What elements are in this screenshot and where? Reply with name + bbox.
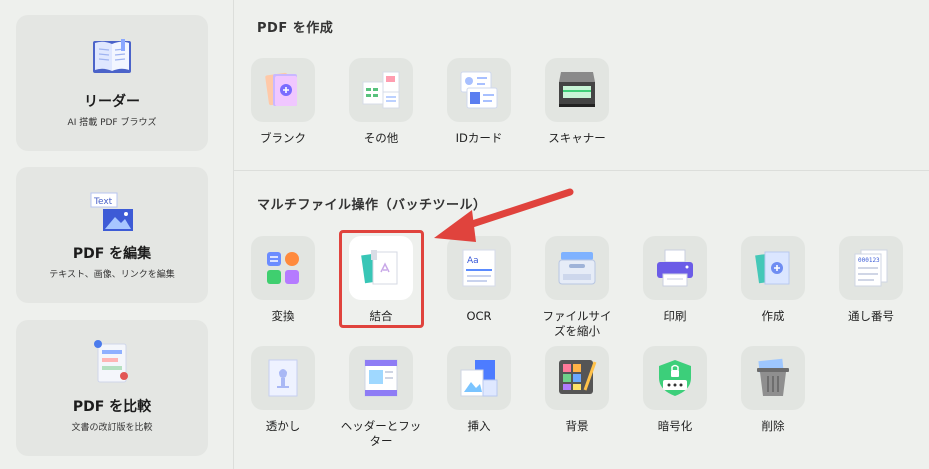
svg-text:Text: Text [93, 197, 113, 207]
tool-bates-number-label: 通し番号 [848, 309, 894, 323]
compare-pdf-subtitle: 文書の改訂版を比較 [71, 423, 153, 433]
tool-background[interactable]: 背景 [532, 346, 622, 434]
trash-icon [757, 358, 789, 396]
tool-blank[interactable]: ブランク [238, 58, 328, 146]
convert-apps-icon [267, 252, 299, 284]
edit-pdf-subtitle: テキスト、画像、リンクを編集 [49, 270, 175, 280]
compare-document-icon [90, 338, 134, 390]
background-icon [559, 360, 597, 394]
scanner-icon [559, 72, 595, 107]
tool-ocr-label: OCR [466, 309, 492, 323]
tool-id-card[interactable]: IDカード [434, 58, 524, 146]
create-pdf-icon [755, 251, 790, 285]
create-section-title: PDF を作成 [257, 21, 334, 36]
printer-icon [657, 249, 693, 287]
tool-header-footer[interactable]: ヘッダーとフッター [336, 346, 426, 449]
header-footer-icon [364, 359, 398, 397]
tool-compress-label: ファイルサイズを縮小 [542, 309, 612, 338]
reader-title: リーダー [84, 94, 140, 110]
encrypt-lock-icon [659, 360, 691, 396]
tool-insert[interactable]: 挿入 [434, 346, 524, 434]
tool-print-label: 印刷 [663, 309, 687, 323]
book-icon [89, 37, 135, 81]
id-card-icon [460, 71, 498, 109]
tool-bates-number[interactable]: 000123 通し番号 [826, 236, 916, 324]
tool-create-pdf[interactable]: 作成 [728, 236, 818, 324]
edit-pdf-title: PDF を編集 [72, 246, 152, 262]
bates-number-icon: 000123 [854, 249, 888, 287]
edit-text-image-icon: Text [89, 191, 135, 237]
annotation-arrow-icon [434, 188, 574, 242]
tool-convert-label: 変換 [271, 309, 295, 323]
blank-page-icon [265, 72, 297, 106]
tool-insert-label: 挿入 [467, 419, 491, 433]
compare-pdf-card[interactable]: PDF を比較 文書の改訂版を比較 [16, 320, 208, 456]
tool-header-footer-label: ヘッダーとフッター [340, 419, 422, 448]
tool-convert[interactable]: 変換 [238, 236, 328, 324]
section-divider [234, 170, 929, 171]
tool-blank-label: ブランク [260, 131, 306, 145]
edit-pdf-card[interactable]: Text PDF を編集 テキスト、画像、リンクを編集 [16, 167, 208, 303]
watermark-icon [268, 359, 298, 397]
tool-watermark-label: 透かし [265, 419, 301, 433]
svg-text:000123: 000123 [858, 257, 880, 264]
tool-encrypt-label: 暗号化 [657, 419, 693, 433]
vertical-divider [233, 0, 234, 469]
tool-other[interactable]: その他 [336, 58, 426, 146]
insert-icon [460, 360, 498, 397]
tool-watermark[interactable]: 透かし [238, 346, 328, 434]
tool-id-card-label: IDカード [455, 131, 503, 145]
tool-other-label: その他 [363, 131, 399, 145]
tool-create-pdf-label: 作成 [761, 309, 785, 323]
reader-card[interactable]: リーダー AI 搭載 PDF ブラウズ [16, 15, 208, 151]
tool-encrypt[interactable]: 暗号化 [630, 346, 720, 434]
reader-subtitle: AI 搭載 PDF ブラウズ [67, 118, 157, 128]
ocr-icon: Aa [462, 249, 496, 287]
tool-scanner-label: スキャナー [548, 131, 606, 145]
compress-icon [558, 252, 596, 285]
tool-compress[interactable]: ファイルサイズを縮小 [532, 236, 622, 339]
tool-delete-label: 削除 [761, 419, 785, 433]
sidebar: リーダー AI 搭載 PDF ブラウズ Text PDF を編集 テキスト、画像… [0, 0, 228, 469]
tool-delete[interactable]: 削除 [728, 346, 818, 434]
tool-print[interactable]: 印刷 [630, 236, 720, 324]
compare-pdf-title: PDF を比較 [72, 399, 152, 415]
combine-highlight-box [339, 230, 424, 328]
svg-text:Aa: Aa [467, 256, 479, 266]
tool-scanner[interactable]: スキャナー [532, 58, 622, 146]
other-documents-icon [362, 71, 400, 109]
tool-background-label: 背景 [565, 419, 589, 433]
